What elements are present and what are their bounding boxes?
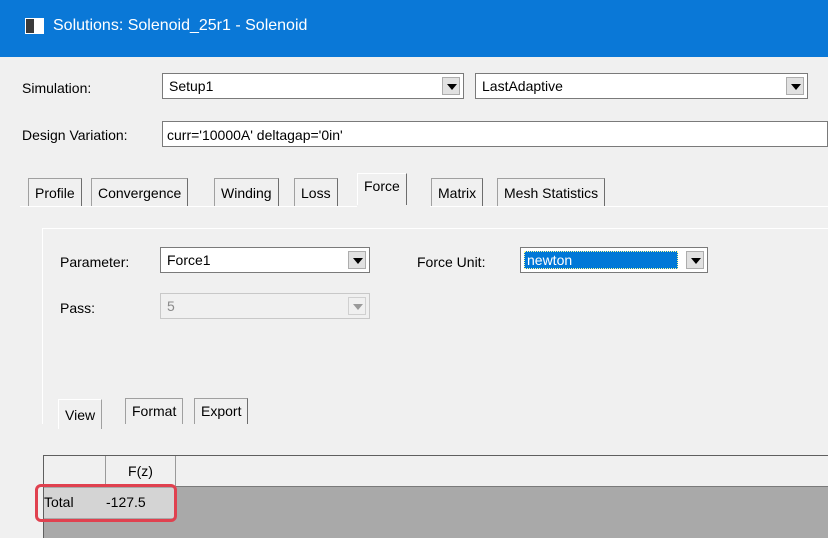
chevron-down-icon (348, 297, 366, 315)
parameter-select[interactable]: Force1 (160, 247, 370, 273)
simulation-solution-select[interactable]: LastAdaptive (475, 73, 808, 99)
simulation-label: Simulation: (22, 80, 92, 96)
column-header-fz[interactable]: F(z) (106, 456, 176, 487)
window-title: Solutions: Solenoid_25r1 - Solenoid (53, 17, 308, 34)
tab-force[interactable]: Force (357, 173, 407, 205)
pass-select: 5 (160, 293, 370, 319)
subtab-view[interactable]: View (58, 399, 103, 429)
tab-panel-border (20, 206, 357, 207)
grid-header-row: F(z) (44, 456, 828, 487)
tab-winding[interactable]: Winding (214, 178, 279, 206)
simulation-solution-value: LastAdaptive (482, 78, 563, 94)
pass-label: Pass: (60, 300, 96, 316)
tab-mesh-statistics[interactable]: Mesh Statistics (497, 178, 606, 206)
grid-corner-header (44, 456, 106, 487)
parameter-value: Force1 (167, 252, 211, 268)
design-variation-value: curr='10000A' deltagap='0in' (167, 127, 343, 143)
chevron-down-icon[interactable] (686, 251, 704, 269)
window-title-bar[interactable]: Solutions: Solenoid_25r1 - Solenoid (0, 0, 828, 57)
force-unit-label: Force Unit: (417, 254, 486, 270)
simulation-setup-value: Setup1 (169, 78, 214, 94)
subtab-format[interactable]: Format (125, 398, 184, 424)
tab-matrix[interactable]: Matrix (431, 178, 484, 206)
chevron-down-icon[interactable] (442, 77, 460, 95)
chevron-down-icon[interactable] (786, 77, 804, 95)
app-icon (25, 18, 44, 34)
tab-panel-border (430, 206, 828, 207)
tab-loss[interactable]: Loss (294, 178, 338, 206)
pass-value: 5 (167, 298, 175, 314)
tab-profile[interactable]: Profile (28, 178, 82, 206)
design-variation-field[interactable]: curr='10000A' deltagap='0in' (162, 121, 828, 147)
force-unit-select[interactable]: newton (520, 247, 708, 273)
subtab-export[interactable]: Export (194, 398, 249, 424)
annotation-highlight-box (35, 484, 177, 522)
parameter-label: Parameter: (60, 254, 130, 270)
tab-convergence[interactable]: Convergence (91, 178, 189, 206)
force-unit-value: newton (527, 252, 573, 268)
simulation-setup-select[interactable]: Setup1 (162, 73, 464, 99)
chevron-down-icon[interactable] (348, 251, 366, 269)
design-variation-label: Design Variation: (22, 127, 128, 143)
